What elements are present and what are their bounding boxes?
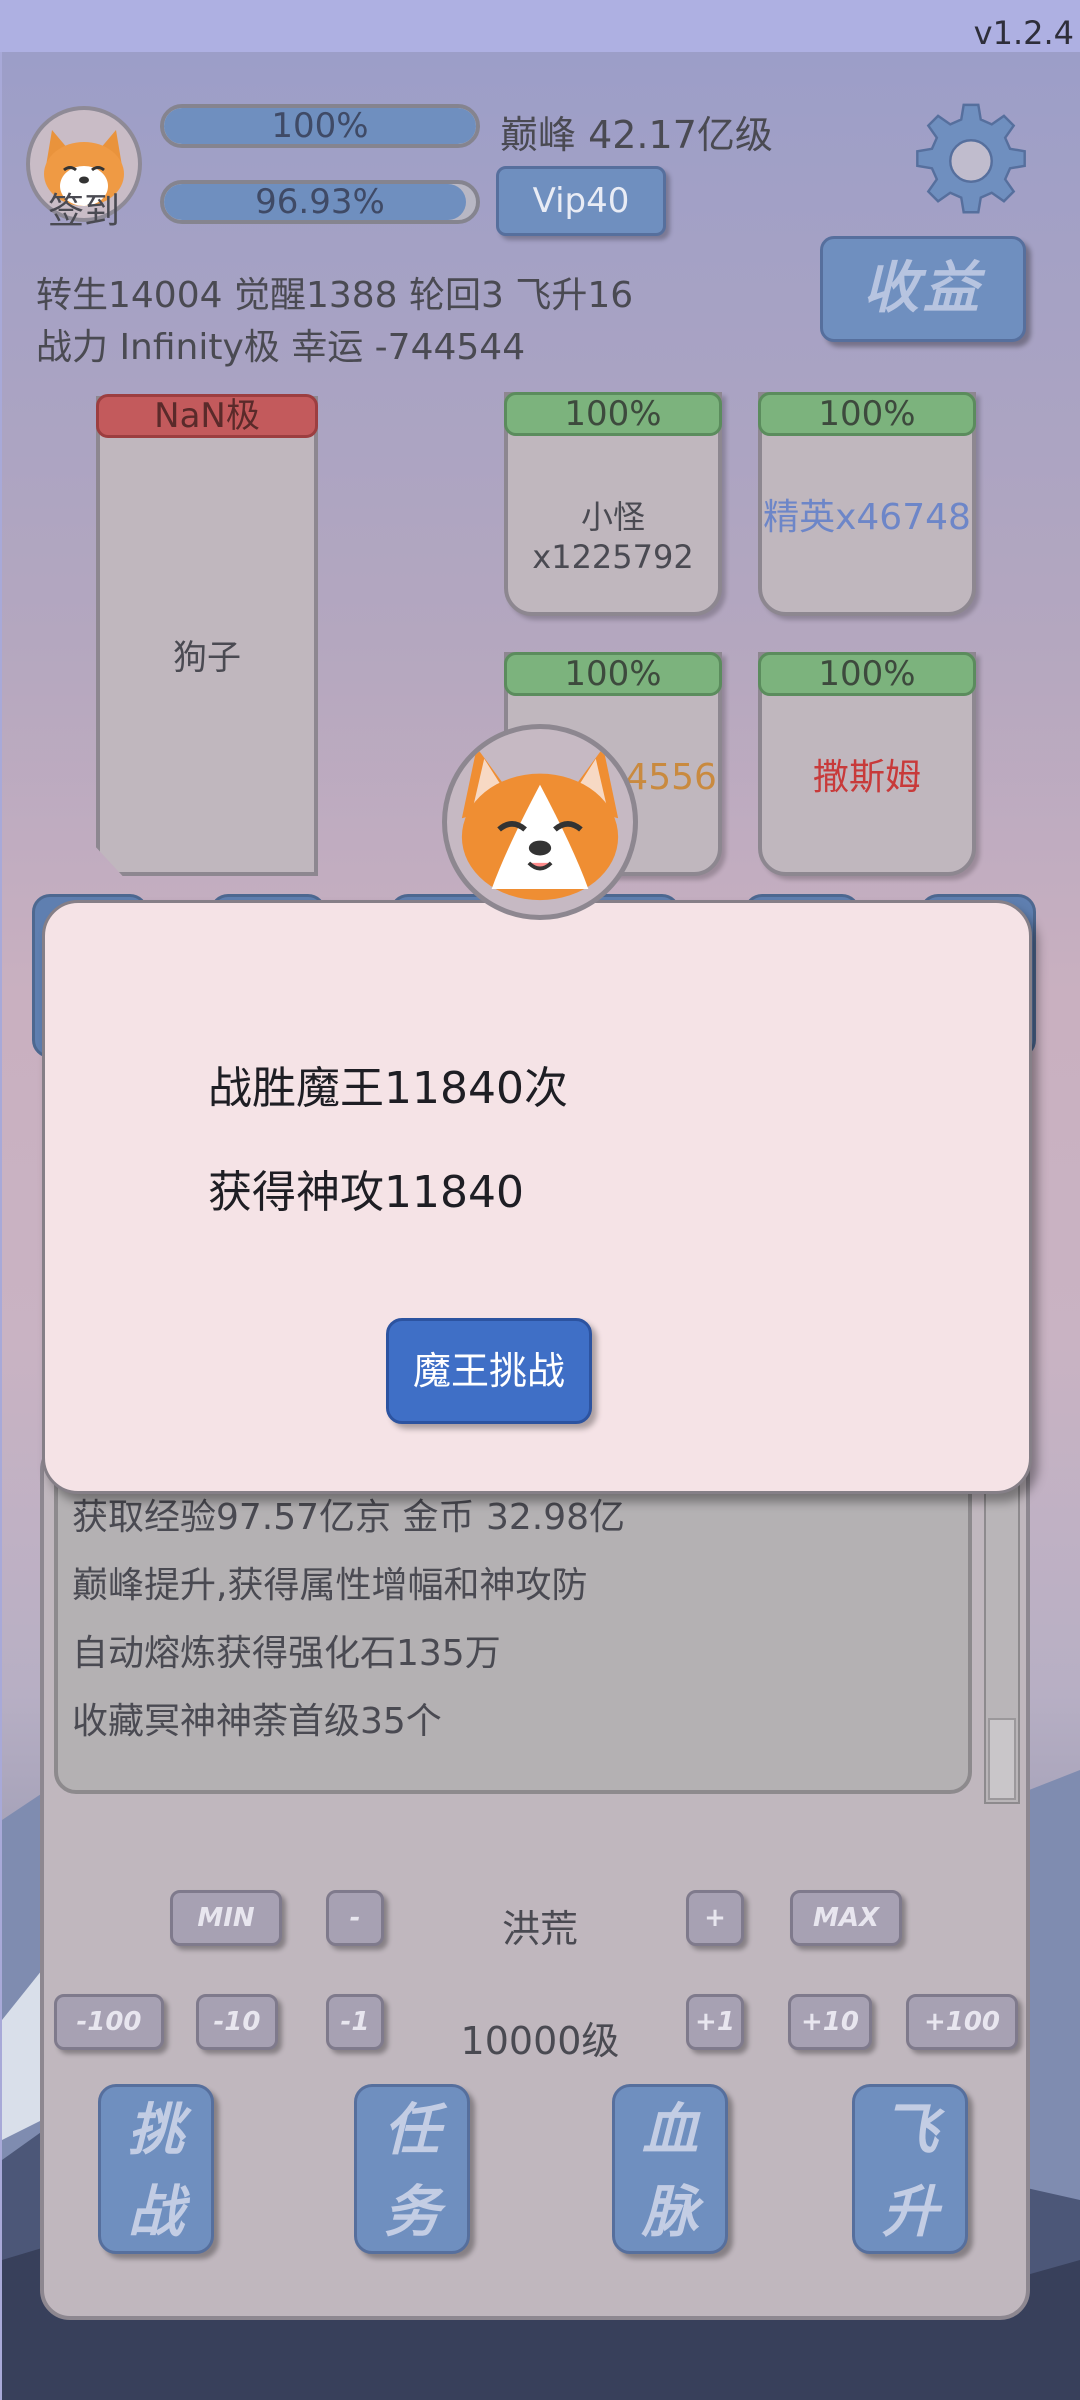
level-plus-1-button[interactable]: +1 — [686, 1994, 744, 2050]
level-minus-10-button[interactable]: -10 — [196, 1994, 278, 2050]
level-minus-1-button[interactable]: -1 — [326, 1994, 384, 2050]
elite-label: 精英x46748 — [763, 497, 971, 538]
income-button[interactable]: 收益 — [820, 236, 1026, 342]
task-label-2: 务 — [384, 2180, 440, 2245]
task-button[interactable]: 任 务 — [354, 2084, 470, 2254]
difficulty-plus-button[interactable]: + — [686, 1890, 744, 1946]
peak-rank-label: 巅峰 42.17亿级 — [500, 113, 773, 157]
corgi-hero-icon — [461, 747, 619, 901]
ascend-button[interactable]: 飞 升 — [852, 2084, 968, 2254]
minion-progress: 100% — [504, 392, 722, 436]
elite-card[interactable]: 100% 精英x46748 — [758, 392, 976, 616]
sasim-card[interactable]: 100% 撒斯姆 — [758, 652, 976, 876]
gear-icon[interactable] — [910, 100, 1032, 222]
minion-label: 小怪x1225792 — [532, 498, 694, 576]
pet-name: 狗子 — [173, 638, 241, 678]
log-line: 收藏冥神神荼首级35个 — [72, 1701, 442, 1742]
challenge-label-1: 挑 — [128, 2098, 184, 2163]
dialog-reward: 获得神攻11840 — [208, 1167, 524, 1218]
progress-bar-2-text: 96.93% — [255, 182, 385, 222]
log-line: 巅峰提升,获得属性增幅和神攻防 — [72, 1565, 588, 1606]
challenge-button[interactable]: 挑 战 — [98, 2084, 214, 2254]
dialog-victory-count: 战胜魔王11840次 — [208, 1063, 568, 1114]
power-luck-stats: 战力 Infinity极 幸运 -744544 — [36, 327, 526, 368]
pet-card[interactable]: 狗子 — [96, 396, 318, 876]
log-line: 获取经验97.57亿京 金币 32.98亿 — [72, 1497, 626, 1538]
log-scrollbar[interactable] — [984, 1440, 1020, 1804]
boss-progress: 100% — [504, 652, 722, 696]
task-label-1: 任 — [384, 2098, 440, 2163]
progress-bar-1: 100% — [160, 104, 480, 148]
difficulty-label: 洪荒 — [501, 1907, 578, 1951]
min-button[interactable]: MIN — [170, 1890, 282, 1946]
reincarnation-stats: 转生14004 觉醒1388 轮回3 飞升16 — [36, 275, 634, 316]
signin-label[interactable]: 签到 — [26, 182, 142, 234]
pet-level-badge: NaN极 — [96, 394, 318, 438]
ascend-label-1: 飞 — [882, 2098, 938, 2163]
progress-bar-2: 96.93% — [160, 180, 480, 224]
log-scrollbar-thumb[interactable] — [988, 1718, 1016, 1800]
demon-king-challenge-button[interactable]: 魔王挑战 — [386, 1318, 592, 1424]
minion-card[interactable]: 100% 小怪x1225792 — [504, 392, 722, 616]
sasim-label: 撒斯姆 — [812, 757, 921, 798]
difficulty-minus-button[interactable]: - — [326, 1890, 384, 1946]
elite-progress: 100% — [758, 392, 976, 436]
bloodline-label-1: 血 — [642, 2098, 698, 2163]
log-line: 自动熔炼获得强化石135万 — [72, 1633, 501, 1674]
bloodline-label-2: 脉 — [642, 2180, 698, 2245]
ascend-label-2: 升 — [882, 2180, 938, 2245]
max-button[interactable]: MAX — [790, 1890, 902, 1946]
level-label: 10000级 — [460, 2019, 620, 2063]
challenge-label-2: 战 — [128, 2180, 184, 2245]
progress-bar-1-text: 100% — [271, 106, 369, 146]
bloodline-button[interactable]: 血 脉 — [612, 2084, 728, 2254]
level-plus-100-button[interactable]: +100 — [906, 1994, 1018, 2050]
level-plus-10-button[interactable]: +10 — [788, 1994, 872, 2050]
level-minus-100-button[interactable]: -100 — [54, 1994, 164, 2050]
sasim-progress: 100% — [758, 652, 976, 696]
hero-portrait — [442, 724, 638, 920]
vip-button[interactable]: Vip40 — [496, 166, 666, 236]
